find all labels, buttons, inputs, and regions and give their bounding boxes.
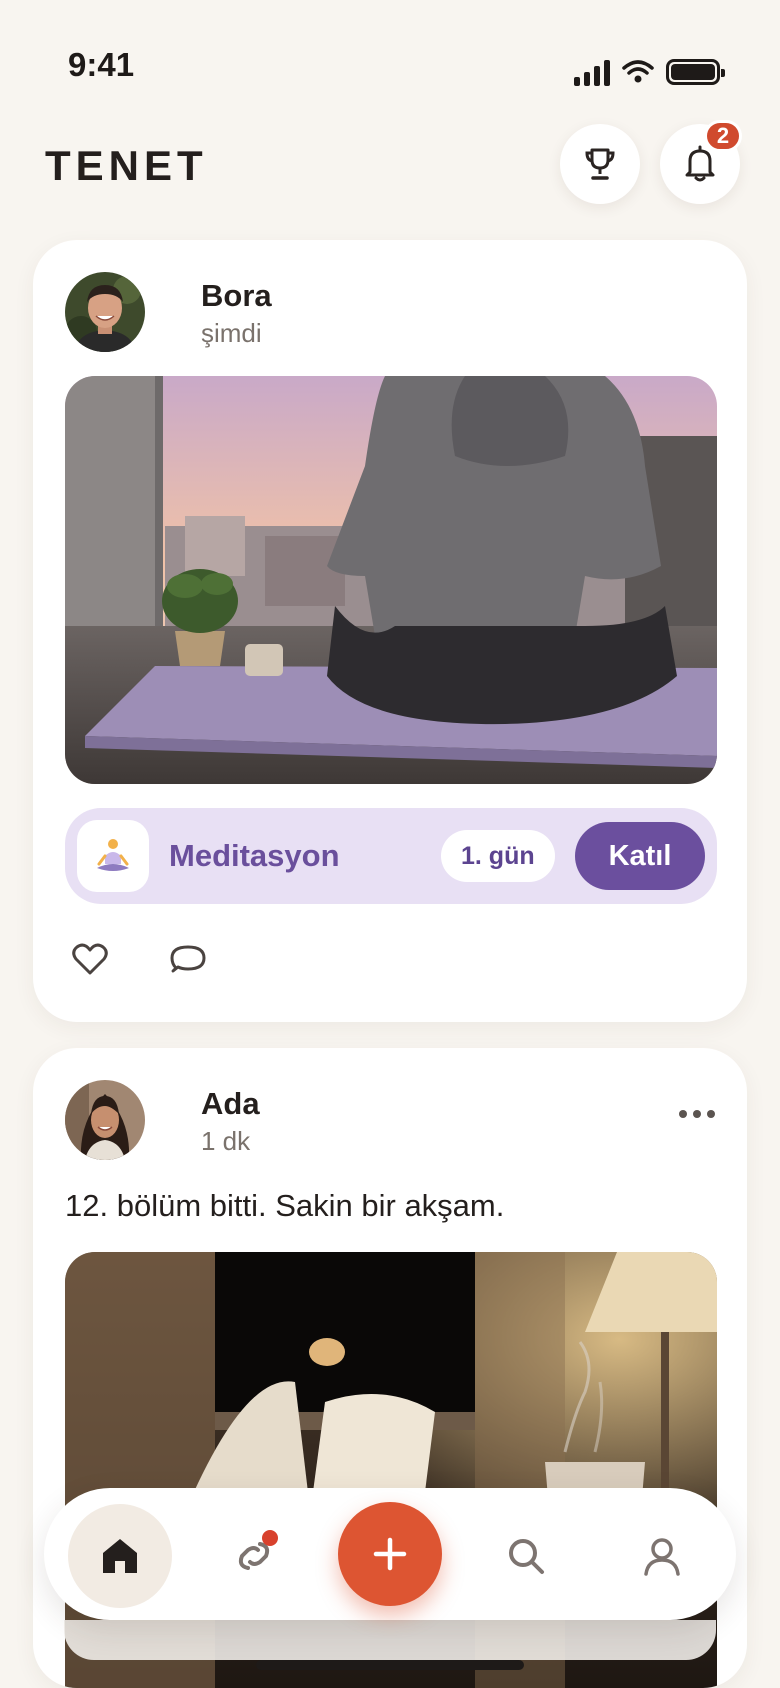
notification-badge: 2 <box>704 120 742 152</box>
streak-dot <box>262 1530 278 1546</box>
add-post-button[interactable] <box>338 1502 442 1606</box>
heart-icon <box>72 943 108 975</box>
habit-day-badge: 1. gün <box>441 830 555 882</box>
meditation-photo <box>65 376 717 784</box>
status-icons <box>574 58 725 86</box>
comment-icon <box>170 945 206 973</box>
meditation-emoji-icon <box>77 820 149 892</box>
post-time: 1 dk <box>201 1126 251 1156</box>
battery-icon <box>666 59 725 85</box>
nav-search[interactable] <box>474 1504 578 1608</box>
post-header: Ada 1 dk <box>65 1080 715 1162</box>
habit-bar[interactable]: Meditasyon 1. gün Katıl <box>65 808 717 904</box>
nav-home[interactable] <box>68 1504 172 1608</box>
post-text: 12. bölüm bitti. Sakin bir akşam. <box>65 1188 505 1223</box>
like-button[interactable] <box>71 940 109 978</box>
avatar[interactable] <box>65 272 145 352</box>
trophy-button[interactable] <box>560 124 640 204</box>
nav-shadow <box>64 1620 716 1660</box>
join-button[interactable]: Katıl <box>575 822 705 890</box>
status-time: 9:41 <box>68 46 135 83</box>
more-options-icon[interactable] <box>679 1110 715 1118</box>
plus-icon <box>373 1537 407 1571</box>
signal-icon <box>574 58 610 86</box>
search-icon <box>509 1539 544 1574</box>
post-header: Bora şimdi <box>65 272 715 354</box>
app-logo: TENET <box>45 142 208 189</box>
home-icon <box>103 1539 137 1573</box>
post-author[interactable]: Bora <box>201 278 272 314</box>
notifications-button[interactable]: 2 <box>660 120 742 204</box>
habit-name: Meditasyon <box>169 838 340 873</box>
nav-profile[interactable] <box>610 1504 714 1608</box>
trophy-icon <box>585 148 615 180</box>
home-indicator <box>256 1660 524 1670</box>
wifi-icon <box>622 60 654 83</box>
bottom-nav <box>44 1488 736 1620</box>
post-time: şimdi <box>201 318 262 348</box>
profile-icon <box>644 1538 680 1576</box>
bell-icon <box>685 145 715 182</box>
avatar[interactable] <box>65 1080 145 1160</box>
nav-streak[interactable] <box>202 1504 306 1608</box>
post-photo[interactable] <box>65 376 717 784</box>
post-author[interactable]: Ada <box>201 1086 260 1122</box>
post-card: Bora şimdi Meditasyon 1. gün Katıl <box>33 240 747 1022</box>
comment-button[interactable] <box>169 940 207 978</box>
status-bar: 9:41 <box>0 0 780 110</box>
app-header: TENET 2 <box>0 120 780 220</box>
post-actions <box>71 940 207 978</box>
